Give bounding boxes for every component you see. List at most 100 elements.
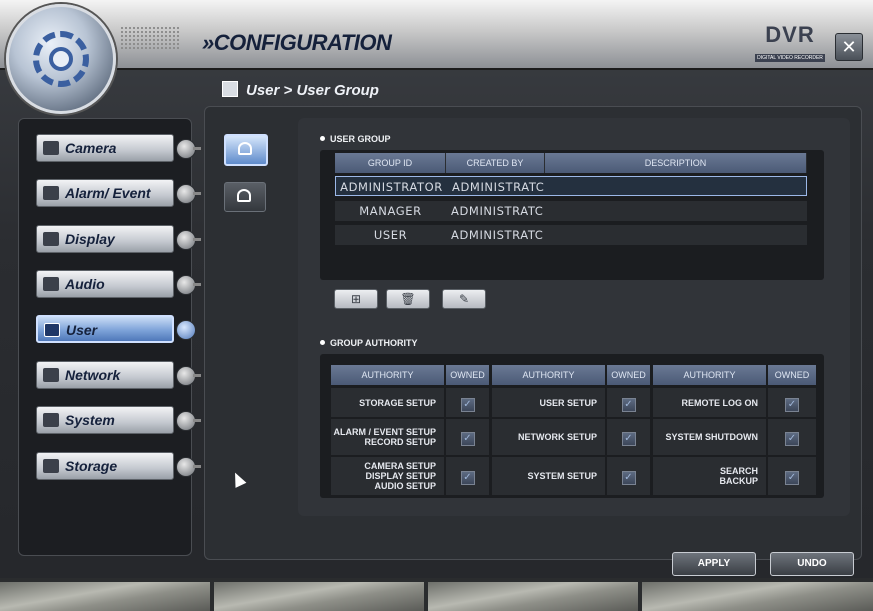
sidebar-item-camera[interactable]: Camera (36, 134, 174, 162)
sidebar-item-label: Display (65, 231, 115, 247)
delete-group-button[interactable]: 🗑 (386, 289, 430, 309)
nav-connector-line (193, 374, 201, 377)
owned-cell: ✓ (446, 457, 489, 495)
dvr-logo-text: DVR (765, 22, 815, 47)
authority-label: STORAGE SETUP (331, 388, 444, 417)
sidebar-item-label: Storage (65, 458, 118, 474)
col-authority: AUTHORITY (653, 365, 766, 385)
apply-button[interactable]: APPLY (672, 552, 756, 576)
gear-icon (6, 4, 116, 114)
nav-connector-line (193, 419, 201, 422)
camera-thumbnail (214, 582, 424, 611)
tab-user-list[interactable] (224, 182, 266, 212)
sidebar-item-label: User (66, 322, 98, 338)
owned-cell: ✓ (607, 388, 650, 417)
owned-checkbox[interactable]: ✓ (460, 397, 475, 412)
user-group-icon (238, 142, 252, 155)
nav-connector-knob (176, 320, 196, 340)
authority-label: SYSTEM SETUP (492, 457, 605, 495)
group-authority-heading: GROUP AUTHORITY (320, 338, 418, 348)
sidebar-item-audio[interactable]: Audio (36, 270, 174, 298)
col-owned: OWNED (607, 365, 650, 385)
speaker-icon (43, 277, 59, 291)
authority-label: CAMERA SETUP DISPLAY SETUP AUDIO SETUP (331, 457, 444, 495)
dvr-logo-subtext: DIGITAL VIDEO RECORDER (755, 54, 825, 62)
col-authority: AUTHORITY (492, 365, 605, 385)
owned-checkbox[interactable]: ✓ (621, 432, 636, 446)
nav-connector-line (193, 147, 201, 150)
undo-button[interactable]: UNDO (770, 552, 854, 576)
authority-label: REMOTE LOG ON (653, 388, 766, 417)
owned-cell: ✓ (607, 419, 650, 455)
col-created-by: CREATED BY (446, 153, 545, 173)
owned-checkbox[interactable]: ✓ (621, 471, 636, 485)
col-authority: AUTHORITY (331, 365, 444, 385)
sidebar-item-network[interactable]: Network (36, 361, 174, 389)
col-description: DESCRIPTION (545, 153, 807, 173)
col-owned: OWNED (446, 365, 489, 385)
description-cell (550, 225, 807, 245)
owned-checkbox[interactable]: ✓ (460, 471, 475, 485)
nav-connector-line (193, 238, 201, 241)
user-list-icon (237, 189, 251, 202)
breadcrumb: User > User Group (222, 81, 379, 99)
dot-texture (120, 26, 180, 50)
gear-hub (49, 47, 73, 71)
owned-checkbox[interactable]: ✓ (460, 432, 475, 446)
authority-label: SEARCH BACKUP (653, 457, 766, 495)
col-owned: OWNED (768, 365, 816, 385)
col-group-id: GROUP ID (335, 153, 446, 173)
tab-user-group[interactable] (224, 134, 268, 166)
trash-icon: 🗑 (400, 292, 416, 306)
camera-thumbnail (0, 582, 210, 611)
table-row[interactable]: ADMINISTRATOR ADMINISTRATC (335, 176, 807, 196)
breadcrumb-text: User > User Group (246, 82, 379, 99)
sidebar-item-label: Audio (65, 276, 105, 292)
add-group-button[interactable]: ⊞ (334, 289, 378, 309)
sidebar-item-display[interactable]: Display (36, 225, 174, 253)
sidebar-item-label: System (65, 412, 115, 428)
authority-label: SYSTEM SHUTDOWN (653, 419, 766, 455)
camera-icon (43, 141, 59, 155)
table-row[interactable]: MANAGER ADMINISTRATC (335, 200, 807, 221)
nav-connector-line (193, 465, 201, 468)
window-title: »CONFIGURATION (202, 30, 392, 55)
nav-connector-line (193, 283, 201, 286)
display-icon (43, 232, 59, 246)
harddisk-icon (43, 459, 59, 473)
owned-cell: ✓ (768, 388, 816, 417)
camera-thumbnail (428, 582, 638, 611)
owned-cell: ✓ (768, 419, 816, 455)
sidebar-item-user[interactable]: User (36, 315, 174, 343)
user-group-heading: USER GROUP (320, 134, 391, 144)
sidebar-item-storage[interactable]: Storage (36, 452, 174, 480)
alarm-icon (43, 186, 59, 200)
description-cell (551, 177, 808, 197)
nav-connector-line (193, 192, 201, 195)
sidebar-item-alarm-event[interactable]: Alarm/ Event (36, 179, 174, 207)
owned-checkbox[interactable]: ✓ (785, 432, 799, 446)
camera-thumbnail (642, 582, 873, 611)
owned-checkbox[interactable]: ✓ (621, 397, 636, 412)
owned-cell: ✓ (768, 457, 816, 495)
created-by-cell: ADMINISTRATC (451, 204, 544, 218)
group-id-cell: ADMINISTRATOR (340, 180, 443, 194)
created-by-cell: ADMINISTRATC (451, 228, 544, 242)
sidebar-item-label: Network (65, 367, 121, 383)
authority-label: USER SETUP (492, 388, 605, 417)
group-id-cell: MANAGER (359, 204, 422, 218)
network-icon (43, 368, 59, 382)
table-row[interactable]: USER ADMINISTRATC (335, 224, 807, 245)
owned-checkbox[interactable]: ✓ (785, 471, 799, 485)
close-button[interactable]: ✕ (835, 33, 863, 61)
wrench-icon (43, 413, 59, 427)
owned-cell: ✓ (446, 419, 489, 455)
edit-icon: ✎ (458, 292, 470, 306)
user-icon (222, 81, 238, 98)
edit-group-button[interactable]: ✎ (442, 289, 486, 309)
owned-checkbox[interactable]: ✓ (785, 397, 799, 412)
sidebar-item-label: Camera (65, 140, 117, 156)
owned-cell: ✓ (607, 457, 650, 495)
group-id-cell: USER (373, 228, 408, 242)
sidebar-item-system[interactable]: System (36, 406, 174, 434)
